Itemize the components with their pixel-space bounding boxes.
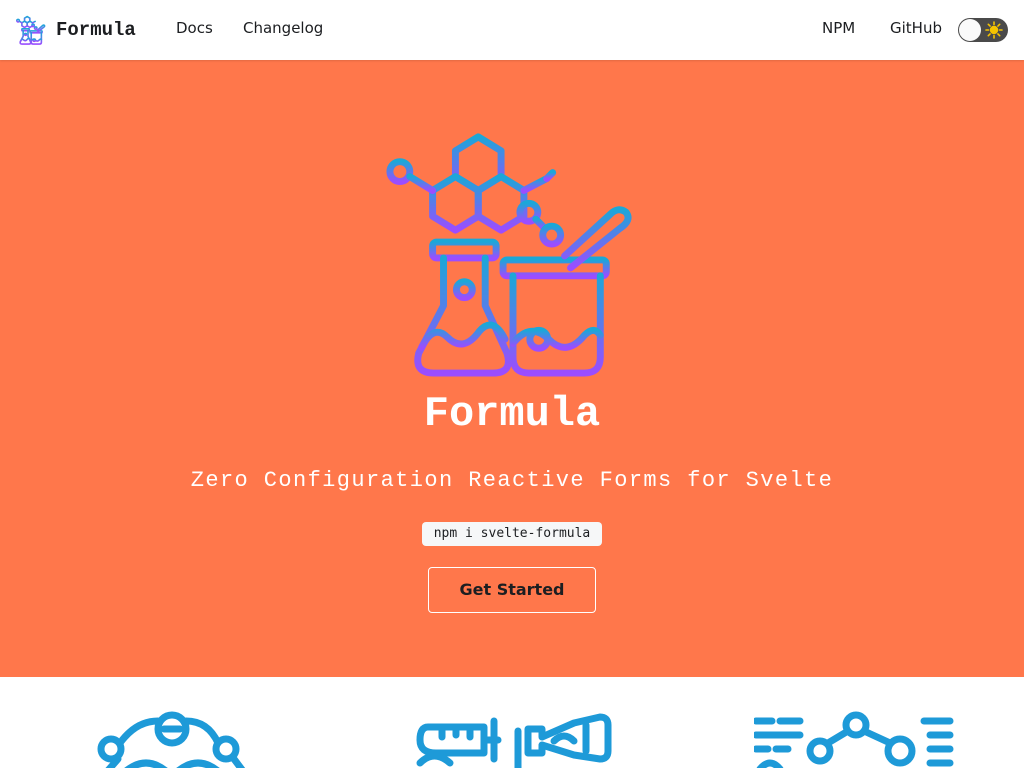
hero-section: Formula Zero Configuration Reactive Form… [0, 60, 1024, 677]
nav-docs-link[interactable]: Docs [176, 19, 213, 37]
molecule-chart-icon [754, 711, 954, 768]
chemistry-lab-icon [16, 15, 46, 45]
nav-npm-link[interactable]: NPM [822, 19, 855, 37]
hero-title: Formula [423, 390, 601, 438]
brand-title: Formula [56, 19, 136, 41]
test-tubes-icon [416, 713, 612, 768]
get-started-button[interactable]: Get Started [428, 567, 596, 613]
brand-link[interactable]: Formula [16, 14, 136, 46]
nav-github-link[interactable]: GitHub [890, 19, 942, 37]
chemistry-lab-icon [386, 133, 632, 377]
top-navbar: Formula Docs Changelog NPM GitHub [0, 0, 1024, 60]
nav-changelog-link[interactable]: Changelog [243, 19, 323, 37]
toggle-knob [959, 19, 981, 41]
hero-tagline: Zero Configuration Reactive Forms for Sv… [190, 468, 834, 493]
network-nodes-icon [97, 711, 246, 768]
install-command: npm i svelte-formula [422, 522, 602, 546]
features-section [0, 677, 1024, 768]
sun-icon [985, 21, 1003, 39]
theme-toggle[interactable] [958, 18, 1008, 42]
